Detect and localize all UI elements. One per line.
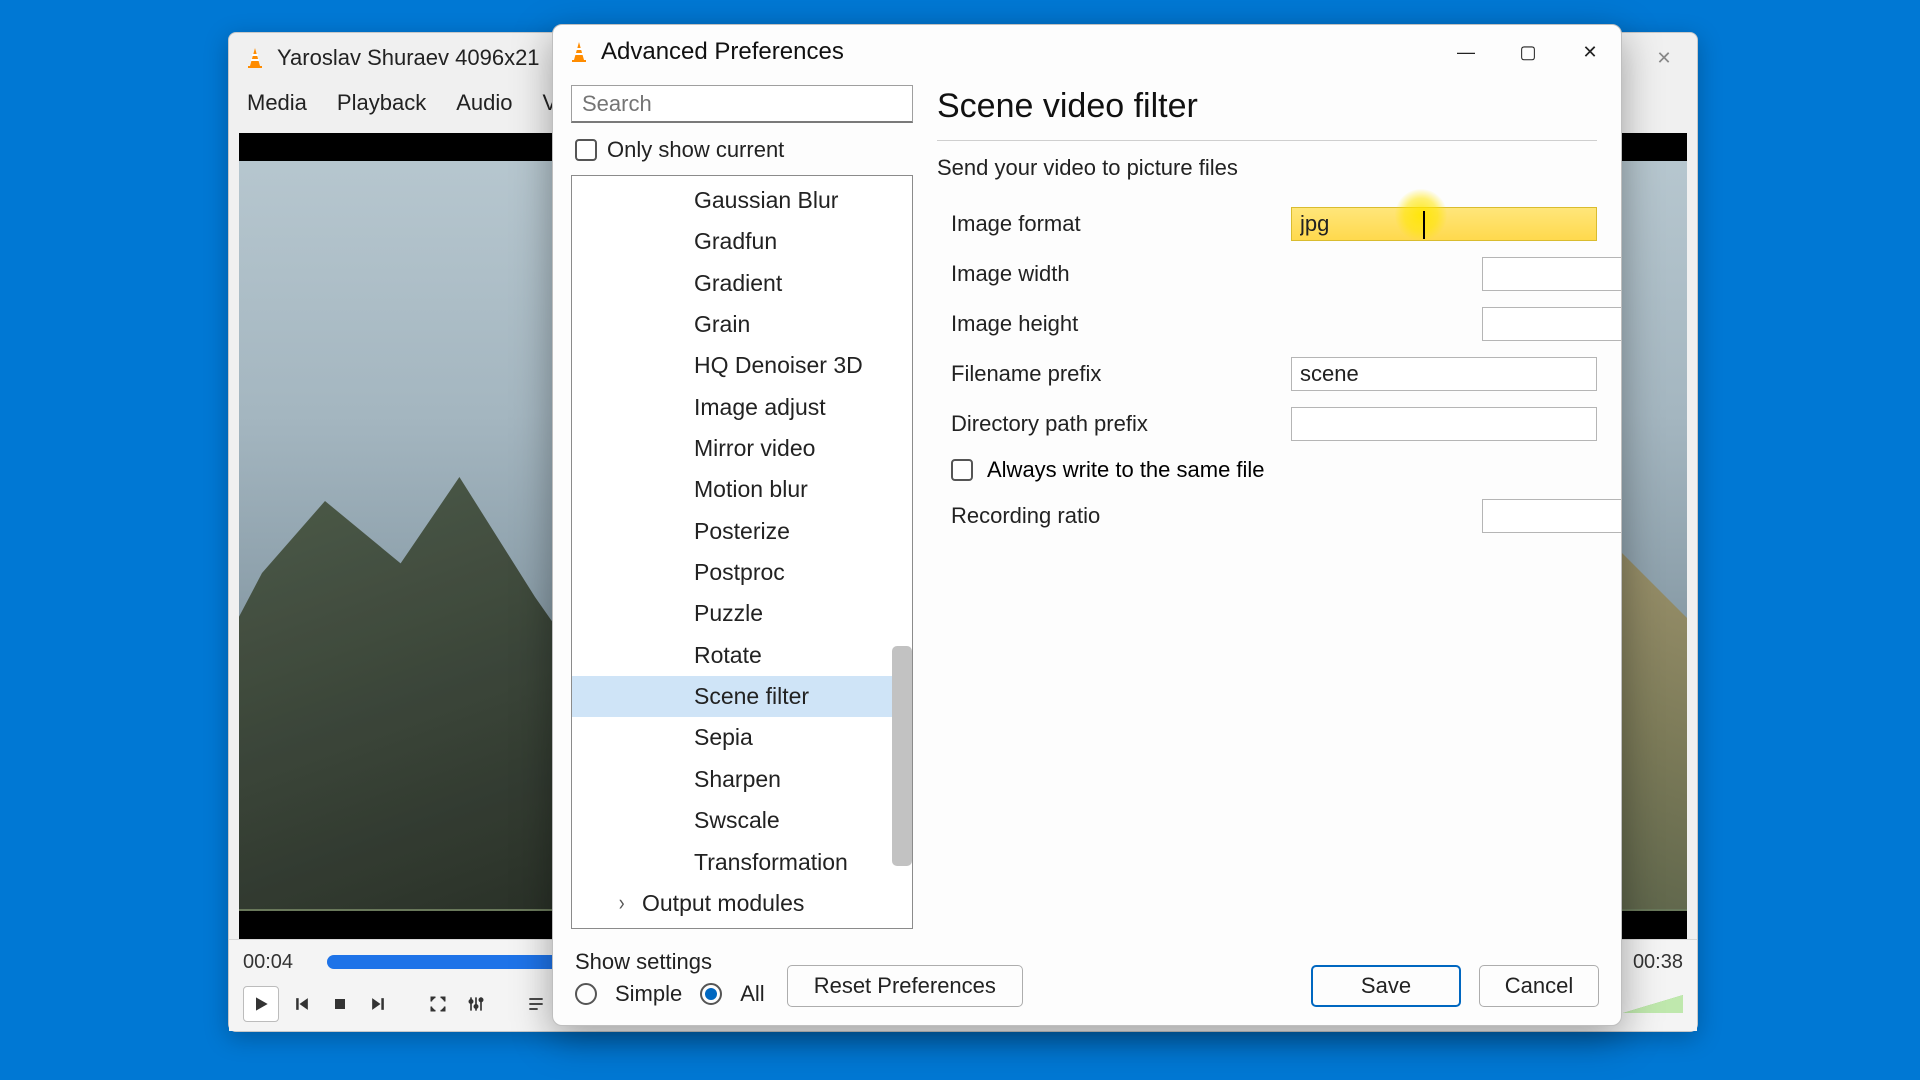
- radio-simple-label: Simple: [615, 981, 682, 1007]
- tree-item[interactable]: Sharpen: [572, 759, 912, 800]
- filename-prefix-input[interactable]: [1291, 357, 1597, 391]
- panel-title: Scene video filter: [937, 87, 1597, 126]
- tree-item[interactable]: Scene filter: [572, 676, 912, 717]
- prev-button[interactable]: [287, 989, 317, 1019]
- tree-item[interactable]: Posterize: [572, 511, 912, 552]
- dialog-titlebar: Advanced Preferences — ▢ ✕: [553, 25, 1621, 79]
- image-format-input[interactable]: [1291, 207, 1597, 241]
- show-settings-label: Show settings: [575, 949, 765, 975]
- radio-all[interactable]: [700, 983, 722, 1005]
- tree-item[interactable]: Image adjust: [572, 387, 912, 428]
- tree-item[interactable]: Gradfun: [572, 221, 912, 262]
- tree-item[interactable]: Postproc: [572, 552, 912, 593]
- always-same-file-checkbox[interactable]: Always write to the same file: [951, 457, 1597, 483]
- search-input[interactable]: [571, 85, 913, 123]
- tree-item[interactable]: HQ Denoiser 3D: [572, 345, 912, 386]
- tree-item[interactable]: Sepia: [572, 717, 912, 758]
- time-total: 00:38: [1613, 951, 1683, 974]
- vlc-cone-icon: [243, 46, 267, 70]
- stop-button[interactable]: [325, 989, 355, 1019]
- filename-prefix-label: Filename prefix: [951, 361, 1291, 387]
- playlist-button[interactable]: [521, 989, 551, 1019]
- fullscreen-button[interactable]: [423, 989, 453, 1019]
- tree-item[interactable]: Mirror video: [572, 428, 912, 469]
- tree-item[interactable]: Swscale: [572, 800, 912, 841]
- tree-item-parent[interactable]: Splitters: [572, 924, 912, 929]
- tree-item[interactable]: Gaussian Blur: [572, 180, 912, 221]
- tree-item[interactable]: Transformation: [572, 842, 912, 883]
- save-button[interactable]: Save: [1311, 965, 1461, 1007]
- checkbox-icon: [951, 459, 973, 481]
- divider: [937, 140, 1597, 141]
- text-caret-icon: [1423, 211, 1425, 239]
- tree-scrollbar[interactable]: [892, 646, 912, 866]
- dialog-close-button[interactable]: ✕: [1559, 29, 1621, 75]
- image-width-stepper[interactable]: ▲▼: [1482, 257, 1597, 291]
- radio-simple[interactable]: [575, 983, 597, 1005]
- only-show-current-checkbox[interactable]: Only show current: [575, 137, 909, 163]
- tree-item-parent[interactable]: Output modules: [572, 883, 912, 924]
- only-show-current-label: Only show current: [607, 137, 784, 163]
- vlc-cone-icon: [567, 40, 591, 64]
- recording-ratio-input[interactable]: [1482, 499, 1621, 533]
- checkbox-icon: [575, 139, 597, 161]
- menu-media[interactable]: Media: [247, 90, 307, 116]
- image-height-stepper[interactable]: ▲▼: [1482, 307, 1597, 341]
- menu-audio[interactable]: Audio: [456, 90, 512, 116]
- time-elapsed: 00:04: [243, 951, 313, 974]
- player-close-button[interactable]: ✕: [1635, 36, 1693, 80]
- always-same-file-label: Always write to the same file: [987, 457, 1265, 483]
- tree-item[interactable]: Rotate: [572, 635, 912, 676]
- recording-ratio-label: Recording ratio: [951, 503, 1291, 529]
- image-format-label: Image format: [951, 211, 1291, 237]
- preferences-tree: Gaussian BlurGradfunGradientGrainHQ Deno…: [571, 175, 913, 929]
- tree-item[interactable]: Motion blur: [572, 469, 912, 510]
- image-width-label: Image width: [951, 261, 1291, 287]
- volume-slider[interactable]: [1623, 995, 1683, 1013]
- image-width-input[interactable]: [1482, 257, 1621, 291]
- panel-subtitle: Send your video to picture files: [937, 155, 1597, 181]
- radio-all-label: All: [740, 981, 764, 1007]
- play-button[interactable]: [243, 986, 279, 1022]
- image-height-input[interactable]: [1482, 307, 1621, 341]
- tree-item[interactable]: Puzzle: [572, 593, 912, 634]
- reset-preferences-button[interactable]: Reset Preferences: [787, 965, 1023, 1007]
- dialog-footer: Show settings Simple All Reset Preferenc…: [553, 929, 1621, 1025]
- tree-item[interactable]: Gradient: [572, 263, 912, 304]
- next-button[interactable]: [363, 989, 393, 1019]
- dialog-maximize-button[interactable]: ▢: [1497, 29, 1559, 75]
- ext-settings-button[interactable]: [461, 989, 491, 1019]
- directory-prefix-input[interactable]: [1291, 407, 1597, 441]
- directory-prefix-label: Directory path prefix: [951, 411, 1291, 437]
- dialog-title: Advanced Preferences: [601, 38, 1435, 66]
- image-height-label: Image height: [951, 311, 1291, 337]
- tree-item[interactable]: Grain: [572, 304, 912, 345]
- cancel-button[interactable]: Cancel: [1479, 965, 1599, 1007]
- menu-playback[interactable]: Playback: [337, 90, 426, 116]
- recording-ratio-stepper[interactable]: ▲▼: [1482, 499, 1597, 533]
- advanced-preferences-dialog: Advanced Preferences — ▢ ✕ Only show cur…: [552, 24, 1622, 1026]
- dialog-minimize-button[interactable]: —: [1435, 29, 1497, 75]
